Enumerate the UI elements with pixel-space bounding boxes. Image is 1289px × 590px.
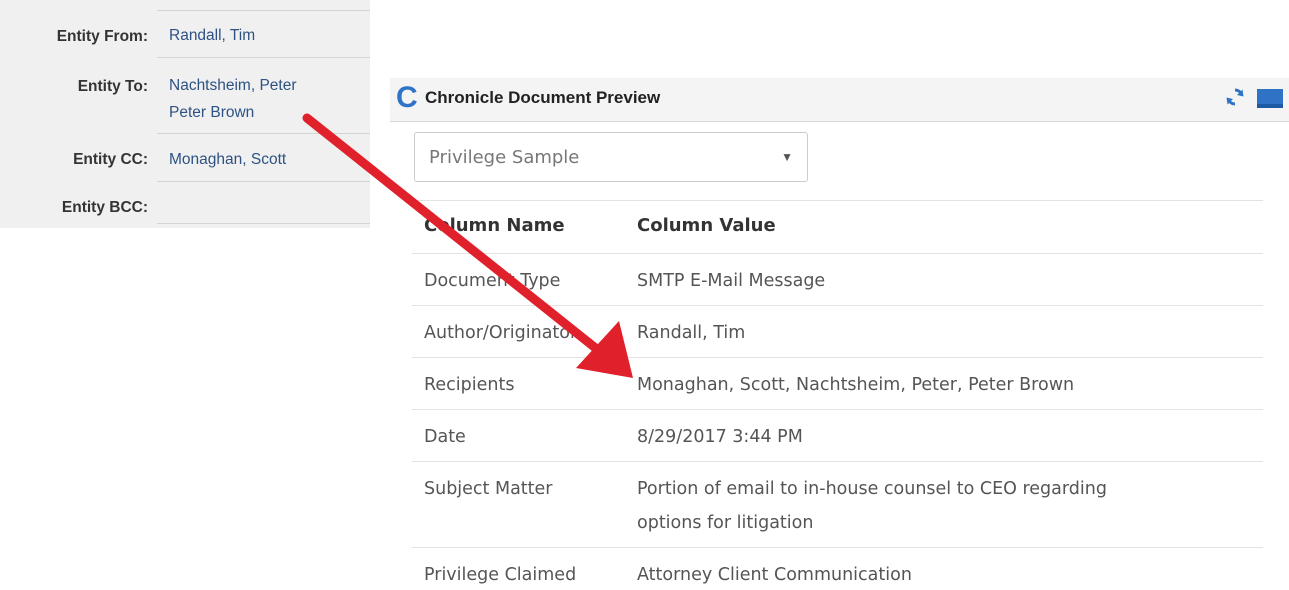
table-row-value: Attorney Client Communication xyxy=(637,565,912,585)
table-row-value: SMTP E-Mail Message xyxy=(637,271,826,291)
table-row-value: 8/29/2017 3:44 PM xyxy=(637,427,803,447)
divider xyxy=(412,200,1263,201)
chronicle-logo: C xyxy=(396,81,418,114)
refresh-icon[interactable] xyxy=(1225,87,1245,107)
divider xyxy=(157,181,370,182)
divider xyxy=(412,357,1263,358)
template-select[interactable]: Privilege Sample ▼ xyxy=(414,132,808,182)
table-header-column-value: Column Value xyxy=(637,215,776,236)
entity-to-label: Entity To: xyxy=(77,78,148,95)
table-row-name: Document Type xyxy=(424,271,561,291)
table-row-value: Portion of email to in-house counsel to … xyxy=(637,479,1107,499)
table-row-value: Randall, Tim xyxy=(637,323,746,343)
entity-to-value-2[interactable]: Peter Brown xyxy=(169,101,254,124)
divider xyxy=(157,10,370,11)
entity-to-value-1[interactable]: Nachtsheim, Peter xyxy=(169,74,297,97)
table-row-name: Subject Matter xyxy=(424,479,553,499)
entity-panel: Entity From: Randall, Tim Entity To: Nac… xyxy=(0,0,370,228)
divider xyxy=(412,547,1263,548)
table-header-column-name: Column Name xyxy=(424,215,565,236)
divider xyxy=(412,253,1263,254)
table-row-name: Date xyxy=(424,427,466,447)
preview-title: Chronicle Document Preview xyxy=(425,88,661,107)
entity-cc-label: Entity CC: xyxy=(73,151,148,168)
table-row-name: Author/Originator xyxy=(424,323,578,343)
divider xyxy=(412,409,1263,410)
divider xyxy=(412,305,1263,306)
chevron-down-icon: ▼ xyxy=(781,150,793,164)
table-row-value-continued: options for litigation xyxy=(637,513,814,533)
table-row-name: Recipients xyxy=(424,375,515,395)
entity-from-value[interactable]: Randall, Tim xyxy=(169,24,255,47)
table-row-value: Monaghan, Scott, Nachtsheim, Peter, Pete… xyxy=(637,375,1075,395)
divider xyxy=(157,133,370,134)
divider xyxy=(157,223,370,224)
divider xyxy=(157,57,370,58)
entity-cc-value[interactable]: Monaghan, Scott xyxy=(169,148,286,171)
template-select-value: Privilege Sample xyxy=(429,147,580,168)
minimize-icon[interactable] xyxy=(1257,89,1283,108)
divider xyxy=(412,461,1263,462)
entity-from-label: Entity From: xyxy=(56,28,148,45)
entity-bcc-label: Entity BCC: xyxy=(61,199,148,216)
table-row-name: Privilege Claimed xyxy=(424,565,577,585)
